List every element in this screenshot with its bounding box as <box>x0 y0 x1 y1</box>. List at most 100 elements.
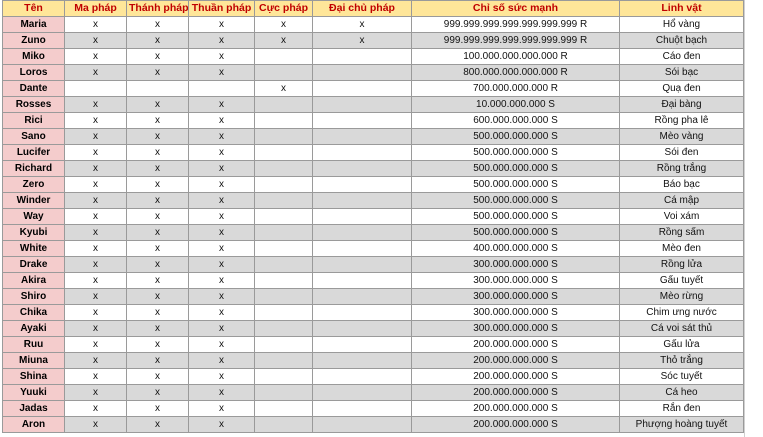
cell-dai-chu-phap[interactable] <box>312 224 412 241</box>
cell-thanh-phap[interactable]: x <box>126 208 189 225</box>
cell-thuan-phap[interactable]: x <box>188 224 255 241</box>
cell-thuan-phap[interactable]: x <box>188 192 255 209</box>
cell-thanh-phap[interactable]: x <box>126 128 189 145</box>
cell-dai-chu-phap[interactable] <box>312 336 412 353</box>
cell-name[interactable]: Lucifer <box>2 144 65 161</box>
cell-dai-chu-phap[interactable] <box>312 416 412 433</box>
cell-pet[interactable]: Sói đen <box>619 144 744 161</box>
header-cell-name[interactable]: Tên <box>2 0 65 17</box>
cell-dai-chu-phap[interactable] <box>312 272 412 289</box>
cell-power[interactable]: 200.000.000.000 S <box>411 416 620 433</box>
cell-name[interactable]: Way <box>2 208 65 225</box>
cell-cuc-phap[interactable] <box>254 128 313 145</box>
cell-dai-chu-phap[interactable] <box>312 400 412 417</box>
cell-power[interactable]: 500.000.000.000 S <box>411 160 620 177</box>
cell-name[interactable]: Ruu <box>2 336 65 353</box>
header-cell-thanh-phap[interactable]: Thánh pháp <box>126 0 189 17</box>
cell-power[interactable]: 10.000.000.000 S <box>411 96 620 113</box>
cell-thuan-phap[interactable]: x <box>188 160 255 177</box>
cell-thuan-phap[interactable] <box>188 80 255 97</box>
cell-power[interactable]: 300.000.000.000 S <box>411 320 620 337</box>
cell-dai-chu-phap[interactable] <box>312 176 412 193</box>
cell-thuan-phap[interactable]: x <box>188 96 255 113</box>
cell-thanh-phap[interactable]: x <box>126 288 189 305</box>
cell-power[interactable]: 700.000.000.000 R <box>411 80 620 97</box>
cell-cuc-phap[interactable] <box>254 320 313 337</box>
cell-dai-chu-phap[interactable] <box>312 160 412 177</box>
cell-dai-chu-phap[interactable] <box>312 368 412 385</box>
cell-pet[interactable]: Rồng pha lê <box>619 112 744 129</box>
cell-thuan-phap[interactable]: x <box>188 304 255 321</box>
cell-dai-chu-phap[interactable] <box>312 96 412 113</box>
cell-cuc-phap[interactable] <box>254 336 313 353</box>
cell-cuc-phap[interactable] <box>254 176 313 193</box>
cell-power[interactable]: 500.000.000.000 S <box>411 208 620 225</box>
header-cell-pet[interactable]: Linh vật <box>619 0 744 17</box>
cell-thanh-phap[interactable]: x <box>126 64 189 81</box>
cell-pet[interactable]: Chim ưng nước <box>619 304 744 321</box>
cell-pet[interactable]: Gấu lửa <box>619 336 744 353</box>
cell-ma-phap[interactable]: x <box>64 384 127 401</box>
cell-ma-phap[interactable]: x <box>64 48 127 65</box>
cell-thanh-phap[interactable] <box>126 80 189 97</box>
cell-thuan-phap[interactable]: x <box>188 240 255 257</box>
cell-thanh-phap[interactable]: x <box>126 192 189 209</box>
cell-name[interactable]: Akira <box>2 272 65 289</box>
cell-dai-chu-phap[interactable] <box>312 64 412 81</box>
cell-pet[interactable]: Rồng sấm <box>619 224 744 241</box>
cell-pet[interactable]: Đại bàng <box>619 96 744 113</box>
cell-dai-chu-phap[interactable]: x <box>312 32 412 49</box>
cell-pet[interactable]: Chuột bạch <box>619 32 744 49</box>
cell-ma-phap[interactable]: x <box>64 288 127 305</box>
cell-pet[interactable]: Sóc tuyết <box>619 368 744 385</box>
cell-ma-phap[interactable]: x <box>64 368 127 385</box>
cell-dai-chu-phap[interactable] <box>312 256 412 273</box>
cell-name[interactable]: Shiro <box>2 288 65 305</box>
cell-dai-chu-phap[interactable] <box>312 48 412 65</box>
cell-thuan-phap[interactable]: x <box>188 32 255 49</box>
cell-thuan-phap[interactable]: x <box>188 48 255 65</box>
cell-dai-chu-phap[interactable] <box>312 192 412 209</box>
cell-pet[interactable]: Rắn đen <box>619 400 744 417</box>
cell-power[interactable]: 200.000.000.000 S <box>411 400 620 417</box>
cell-thanh-phap[interactable]: x <box>126 272 189 289</box>
cell-thuan-phap[interactable]: x <box>188 208 255 225</box>
cell-thanh-phap[interactable]: x <box>126 352 189 369</box>
cell-thuan-phap[interactable]: x <box>188 144 255 161</box>
cell-pet[interactable]: Hổ vàng <box>619 16 744 33</box>
cell-power[interactable]: 200.000.000.000 S <box>411 368 620 385</box>
cell-cuc-phap[interactable]: x <box>254 80 313 97</box>
cell-name[interactable]: Rosses <box>2 96 65 113</box>
cell-cuc-phap[interactable] <box>254 64 313 81</box>
cell-cuc-phap[interactable] <box>254 160 313 177</box>
cell-thuan-phap[interactable]: x <box>188 112 255 129</box>
cell-ma-phap[interactable]: x <box>64 352 127 369</box>
cell-cuc-phap[interactable] <box>254 112 313 129</box>
cell-cuc-phap[interactable] <box>254 144 313 161</box>
cell-thanh-phap[interactable]: x <box>126 416 189 433</box>
cell-name[interactable]: Shina <box>2 368 65 385</box>
cell-cuc-phap[interactable] <box>254 288 313 305</box>
cell-power[interactable]: 500.000.000.000 S <box>411 224 620 241</box>
cell-cuc-phap[interactable] <box>254 240 313 257</box>
cell-cuc-phap[interactable] <box>254 48 313 65</box>
cell-dai-chu-phap[interactable] <box>312 240 412 257</box>
cell-name[interactable]: Maria <box>2 16 65 33</box>
cell-pet[interactable]: Gấu tuyết <box>619 272 744 289</box>
header-cell-ma-phap[interactable]: Ma pháp <box>64 0 127 17</box>
cell-name[interactable]: Rici <box>2 112 65 129</box>
cell-name[interactable]: Chika <box>2 304 65 321</box>
cell-cuc-phap[interactable] <box>254 96 313 113</box>
cell-thanh-phap[interactable]: x <box>126 320 189 337</box>
cell-pet[interactable]: Rồng lửa <box>619 256 744 273</box>
cell-pet[interactable]: Cá heo <box>619 384 744 401</box>
cell-cuc-phap[interactable] <box>254 208 313 225</box>
cell-thuan-phap[interactable]: x <box>188 384 255 401</box>
cell-ma-phap[interactable]: x <box>64 176 127 193</box>
cell-thanh-phap[interactable]: x <box>126 384 189 401</box>
cell-cuc-phap[interactable] <box>254 416 313 433</box>
cell-thanh-phap[interactable]: x <box>126 48 189 65</box>
cell-thuan-phap[interactable]: x <box>188 352 255 369</box>
cell-thanh-phap[interactable]: x <box>126 32 189 49</box>
cell-name[interactable]: Richard <box>2 160 65 177</box>
